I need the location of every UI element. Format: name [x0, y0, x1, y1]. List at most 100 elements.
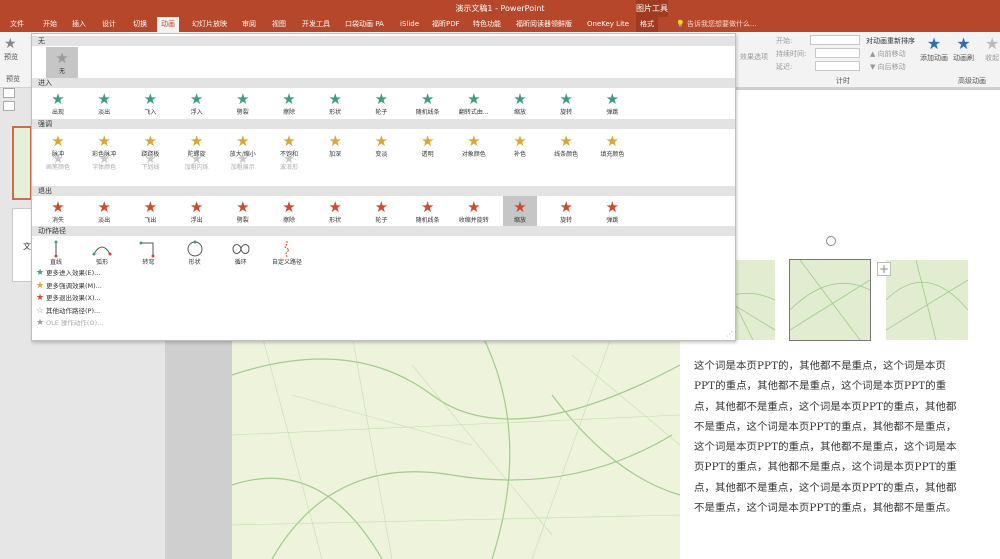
tell-me-search[interactable]: 💡 告诉我您想要做什么...: [676, 17, 757, 32]
tab-7[interactable]: 审阅: [242, 17, 256, 32]
anim-label: 无: [58, 68, 65, 75]
exit-effect-9[interactable]: ★ 收缩并旋转: [457, 196, 491, 230]
delay-input[interactable]: [815, 61, 860, 71]
tab-3[interactable]: 设计: [102, 17, 116, 32]
exit-effect-6[interactable]: ★ 形状: [318, 196, 352, 230]
tab-5[interactable]: 动画: [157, 17, 179, 32]
exit-effect-7[interactable]: ★ 轮子: [364, 196, 398, 230]
entrance-effect-1[interactable]: ★ 淡出: [87, 88, 121, 122]
exit-effect-2[interactable]: ★ 飞出: [133, 196, 167, 230]
emphasis-effect-16[interactable]: ★ 加粗闪烁: [180, 151, 214, 173]
more-effects-item-2[interactable]: ★ 更多退出效果(X)...: [36, 292, 101, 304]
motion-path-3[interactable]: 形状: [175, 237, 215, 271]
emphasis-effect-18[interactable]: ★ 波浪形: [272, 151, 306, 173]
tab-4[interactable]: 切换: [133, 17, 147, 32]
preview-button[interactable]: ★ 预览: [4, 36, 18, 62]
tab-15[interactable]: OneKey Lite: [587, 17, 629, 32]
exit-effect-8[interactable]: ★ 随机线条: [411, 196, 445, 230]
more-effects-item-1[interactable]: ★ 更多强调效果(M)...: [36, 280, 102, 292]
entrance-effect-6[interactable]: ★ 形状: [318, 88, 352, 122]
motion-path-1[interactable]: 弧形: [82, 237, 122, 271]
exit-effect-3[interactable]: ★ 浮出: [180, 196, 214, 230]
emphasis-effect-11[interactable]: ★ 线条颜色: [549, 130, 583, 164]
emphasis-effect-17[interactable]: ★ 加粗展示: [226, 151, 260, 173]
emphasis-effect-14[interactable]: ★ 字体颜色: [87, 151, 121, 173]
tab-10[interactable]: 口袋动画 PA: [345, 17, 384, 32]
start-select[interactable]: [810, 35, 860, 45]
rotate-handle[interactable]: [826, 236, 836, 246]
tab-9[interactable]: 开发工具: [302, 17, 330, 32]
move-later-button[interactable]: ▼ 向后移动: [870, 62, 906, 72]
slide-thumbnail-2[interactable]: 文: [12, 208, 32, 282]
entrance-effect-12[interactable]: ★ 弹跳: [595, 88, 629, 122]
tab-2[interactable]: 插入: [72, 17, 86, 32]
tab-0[interactable]: 文件: [10, 17, 24, 32]
motion-path-5[interactable]: 自定义路径: [267, 237, 307, 271]
more-effects-item-3[interactable]: ☆ 其他动作路径(P)...: [36, 305, 100, 317]
tab-1[interactable]: 开始: [43, 17, 57, 32]
slide-body-text[interactable]: 这个词是本页PPT的，其他都不是重点，这个词是本页PPT的重点，其他都不是重点，…: [694, 356, 962, 518]
tab-6[interactable]: 幻灯片放映: [192, 17, 227, 32]
exit-effect-0[interactable]: ★ 消失: [41, 196, 75, 230]
animation-painter-button[interactable]: ★ 动画刷: [953, 34, 974, 63]
document-icon[interactable]: [3, 101, 15, 111]
tab-13[interactable]: 特色功能: [473, 17, 501, 32]
exit-effect-11[interactable]: ★ 旋转: [549, 196, 583, 230]
effect-options-button[interactable]: 效果选项: [740, 52, 768, 62]
entrance-effect-5[interactable]: ★ 擦除: [272, 88, 306, 122]
more-effects-item-4[interactable]: ★ OLE 操作动作(O)...: [36, 317, 103, 329]
exit-effect-12[interactable]: ★ 弹跳: [595, 196, 629, 230]
emphasis-effect-15[interactable]: ★ 下划线: [133, 151, 167, 173]
emphasis-effect-8[interactable]: ★ 透明: [411, 130, 445, 164]
emphasis-effect-6[interactable]: ★ 加深: [318, 130, 352, 164]
emphasis-effect-9[interactable]: ★ 对象颜色: [457, 130, 491, 164]
emphasis-effect-12[interactable]: ★ 填充颜色: [595, 130, 629, 164]
motion-path-4[interactable]: 循环: [221, 237, 261, 271]
emphasis-effect-13[interactable]: ★ 画笔颜色: [41, 151, 75, 173]
leaf-image-large[interactable]: [232, 335, 680, 559]
save-icon[interactable]: [3, 88, 15, 98]
add-animation-button[interactable]: ★ 添加动画: [920, 34, 948, 63]
entrance-effect-10[interactable]: ★ 缩放: [503, 88, 537, 122]
star-icon: ☆: [36, 305, 45, 316]
tab-8[interactable]: 视图: [272, 17, 286, 32]
context-tab-picture-tools: 图片工具: [636, 0, 668, 17]
entrance-effect-4[interactable]: ★ 劈裂: [226, 88, 260, 122]
tab-11[interactable]: iSlide: [400, 17, 419, 32]
effect-label: 填充颜色: [600, 151, 625, 158]
motion-path-2[interactable]: 转弯: [128, 237, 168, 271]
more-effects-item-0[interactable]: ★ 更多进入效果(E)...: [36, 267, 100, 279]
resize-grip-icon[interactable]: ⋰: [726, 330, 733, 338]
exit-effect-4[interactable]: ★ 劈裂: [226, 196, 260, 230]
exit-effect-1[interactable]: ★ 淡出: [87, 196, 121, 230]
entrance-effect-3[interactable]: ★ 浮入: [180, 88, 214, 122]
entrance-effect-9[interactable]: ★ 翻转式由...: [457, 88, 491, 122]
entrance-effect-8[interactable]: ★ 随机线条: [411, 88, 445, 122]
anim-none[interactable]: ★ 无: [46, 47, 78, 79]
star-icon: ★: [420, 198, 435, 216]
motion-path-0[interactable]: 直线: [36, 237, 76, 271]
move-earlier-button[interactable]: ▲ 向前移动: [870, 49, 906, 59]
move-later-label: 向后移动: [877, 63, 906, 71]
exit-effect-10[interactable]: ★ 缩放: [503, 196, 537, 230]
leaf-image-small-selected[interactable]: [789, 259, 871, 341]
emphasis-effect-10[interactable]: ★ 补色: [503, 130, 537, 164]
collapse-button[interactable]: ★ 收起: [985, 34, 999, 63]
emphasis-effect-7[interactable]: ★ 变淡: [364, 130, 398, 164]
layout-options-icon[interactable]: +: [877, 262, 891, 276]
tab-14[interactable]: 福昕阅读器领鲜版: [516, 17, 572, 32]
exit-effect-5[interactable]: ★ 擦除: [272, 196, 306, 230]
start-label: 开始:: [776, 37, 793, 45]
entrance-effect-2[interactable]: ★ 飞入: [133, 88, 167, 122]
entrance-effect-0[interactable]: ★ 出现: [41, 88, 75, 122]
star-icon: ★: [420, 90, 435, 108]
slide-thumbnail-1[interactable]: [12, 126, 32, 200]
leaf-image-small-right[interactable]: [886, 260, 968, 340]
effect-label: 透明: [421, 151, 434, 158]
entrance-effect-7[interactable]: ★ 轮子: [364, 88, 398, 122]
duration-input[interactable]: [815, 48, 860, 58]
tab-16[interactable]: 格式: [636, 17, 658, 32]
entrance-effect-11[interactable]: ★ 旋转: [549, 88, 583, 122]
effect-label: 形状: [188, 259, 201, 266]
tab-12[interactable]: 福昕PDF: [432, 17, 460, 32]
